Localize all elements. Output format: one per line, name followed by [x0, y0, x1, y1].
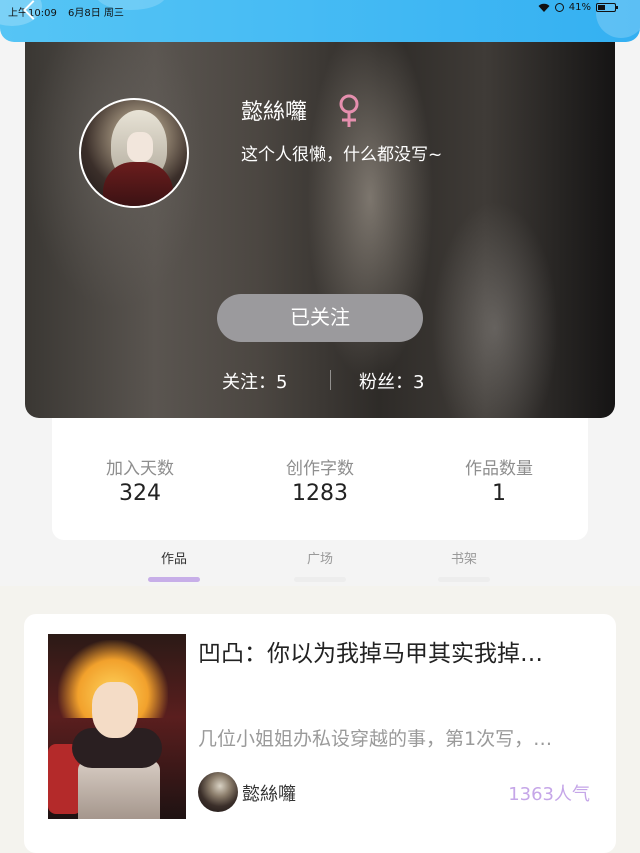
tab-indicator [294, 577, 346, 582]
profile-avatar[interactable] [79, 98, 189, 208]
tab-label: 作品 [160, 552, 187, 567]
cover-illustration [92, 682, 138, 738]
stat-value: 1 [492, 481, 506, 506]
tab-square[interactable]: 广场 [280, 548, 360, 582]
avatar-illustration [127, 132, 153, 162]
work-card[interactable]: 凹凸：你以为我掉马甲其实我掉… 几位小姐姐办私设穿越的事，第1次写，… 懿絲囖 … [24, 614, 616, 853]
status-date: 6月8日 周三 [68, 8, 124, 19]
tab-works[interactable]: 作品 [134, 548, 214, 582]
stat-value: 1283 [292, 481, 348, 506]
stat-label: 作品数量 [465, 459, 533, 479]
fans-count[interactable]: 粉丝：3 [359, 368, 424, 394]
cover-illustration [78, 760, 160, 819]
following-count[interactable]: 关注：5 [222, 368, 287, 394]
tab-indicator [438, 577, 490, 582]
rotation-lock-icon [554, 3, 564, 12]
popularity-count: 1363人气 [508, 784, 590, 805]
profile-hero: 懿絲囖 这个人很懒，什么都没写~ 已关注 关注：5 粉丝：3 [25, 38, 615, 418]
profile-tabs: 作品 广场 书架 [0, 540, 640, 586]
status-indicators: 41% [538, 2, 618, 13]
stat-works-count: 作品数量 1 [411, 454, 587, 506]
wifi-icon [538, 3, 550, 12]
stat-label: 加入天数 [106, 459, 174, 479]
top-header: 上午10:09 6月8日 周三 41% [0, 0, 640, 42]
tab-indicator [148, 577, 200, 582]
follow-stats: 关注：5 粉丝：3 [25, 368, 615, 394]
author-name[interactable]: 懿絲囖 [242, 780, 296, 806]
work-cover-image[interactable] [48, 634, 186, 819]
stat-word-count: 创作字数 1283 [232, 454, 408, 506]
profile-bio: 这个人很懒，什么都没写~ [241, 145, 443, 165]
stat-value: 324 [119, 481, 161, 506]
profile-username: 懿絲囖 [241, 100, 308, 125]
stats-card: 加入天数 324 创作字数 1283 作品数量 1 [52, 418, 588, 540]
female-icon [339, 94, 359, 127]
follow-button[interactable]: 已关注 [217, 294, 423, 342]
work-description: 几位小姐姐办私设穿越的事，第1次写，… [198, 728, 553, 750]
tab-label: 广场 [306, 552, 333, 567]
avatar-illustration [103, 162, 173, 206]
author-avatar[interactable] [198, 772, 238, 812]
tab-bookshelf[interactable]: 书架 [424, 548, 504, 582]
divider [330, 370, 331, 390]
tab-label: 书架 [450, 552, 477, 567]
battery-percent: 41% [568, 2, 591, 13]
work-title[interactable]: 凹凸：你以为我掉马甲其实我掉… [198, 634, 598, 668]
stat-label: 创作字数 [286, 459, 354, 479]
stat-join-days: 加入天数 324 [52, 454, 228, 506]
battery-icon [596, 3, 618, 12]
